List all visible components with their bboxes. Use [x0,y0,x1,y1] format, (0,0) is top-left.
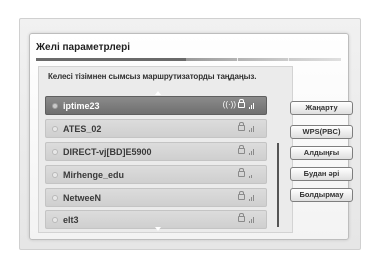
refresh-button[interactable]: Жаңарту [290,101,353,115]
wps-signal-icon: ((·)) [222,100,236,109]
lock-icon [238,168,245,177]
progress-divider [288,58,289,61]
signal-strength-icon [249,217,255,223]
cancel-button[interactable]: Болдырмау [290,188,353,202]
signal-strength-icon [249,172,255,178]
title-progress-bar-remaining [186,58,341,61]
previous-button[interactable]: Алдыңғы [290,146,353,160]
scroll-up-arrow-icon[interactable] [155,91,161,95]
dialog-title: Желі параметрлері [36,42,131,53]
radio-dot-icon [52,195,58,201]
network-name: elt3 [63,215,79,225]
lock-icon [238,191,245,200]
network-item-ates-02[interactable]: ATES_02 [45,119,267,138]
network-name: DIRECT-vj[BD]E5900 [63,147,152,157]
radio-dot-icon [52,126,58,132]
radio-dot-icon [52,103,58,109]
lock-icon [238,213,245,222]
scrollbar[interactable] [277,143,279,227]
network-name: iptime23 [63,101,100,111]
lock-icon [238,145,245,154]
radio-dot-icon [52,172,58,178]
wps-pbc-button[interactable]: WPS(PBC) [290,125,353,139]
signal-strength-icon [249,126,255,132]
title-progress-bar-filled [36,58,186,61]
network-name: ATES_02 [63,124,102,134]
network-name: NetweeN [63,193,102,203]
network-name: Mirhenge_edu [63,170,125,180]
network-item-direct-vj-bd-e5900[interactable]: DIRECT-vj[BD]E5900 [45,142,267,161]
signal-strength-icon [249,103,255,109]
radio-dot-icon [52,217,58,223]
lock-icon [238,122,245,131]
next-button[interactable]: Будан әрі [290,167,353,181]
lock-icon [238,99,245,108]
network-item-netween[interactable]: NetweeN [45,188,267,207]
scroll-down-arrow-icon[interactable] [155,227,161,231]
radio-dot-icon [52,149,58,155]
signal-strength-icon [249,149,255,155]
signal-strength-icon [249,195,255,201]
progress-divider [237,58,238,61]
network-item-mirhenge-edu[interactable]: Mirhenge_edu [45,165,267,184]
instruction-text: Келесі тізімнен сымсыз маршрутизаторды т… [48,72,257,81]
network-item-iptime23[interactable]: iptime23 ((·)) [45,96,267,115]
